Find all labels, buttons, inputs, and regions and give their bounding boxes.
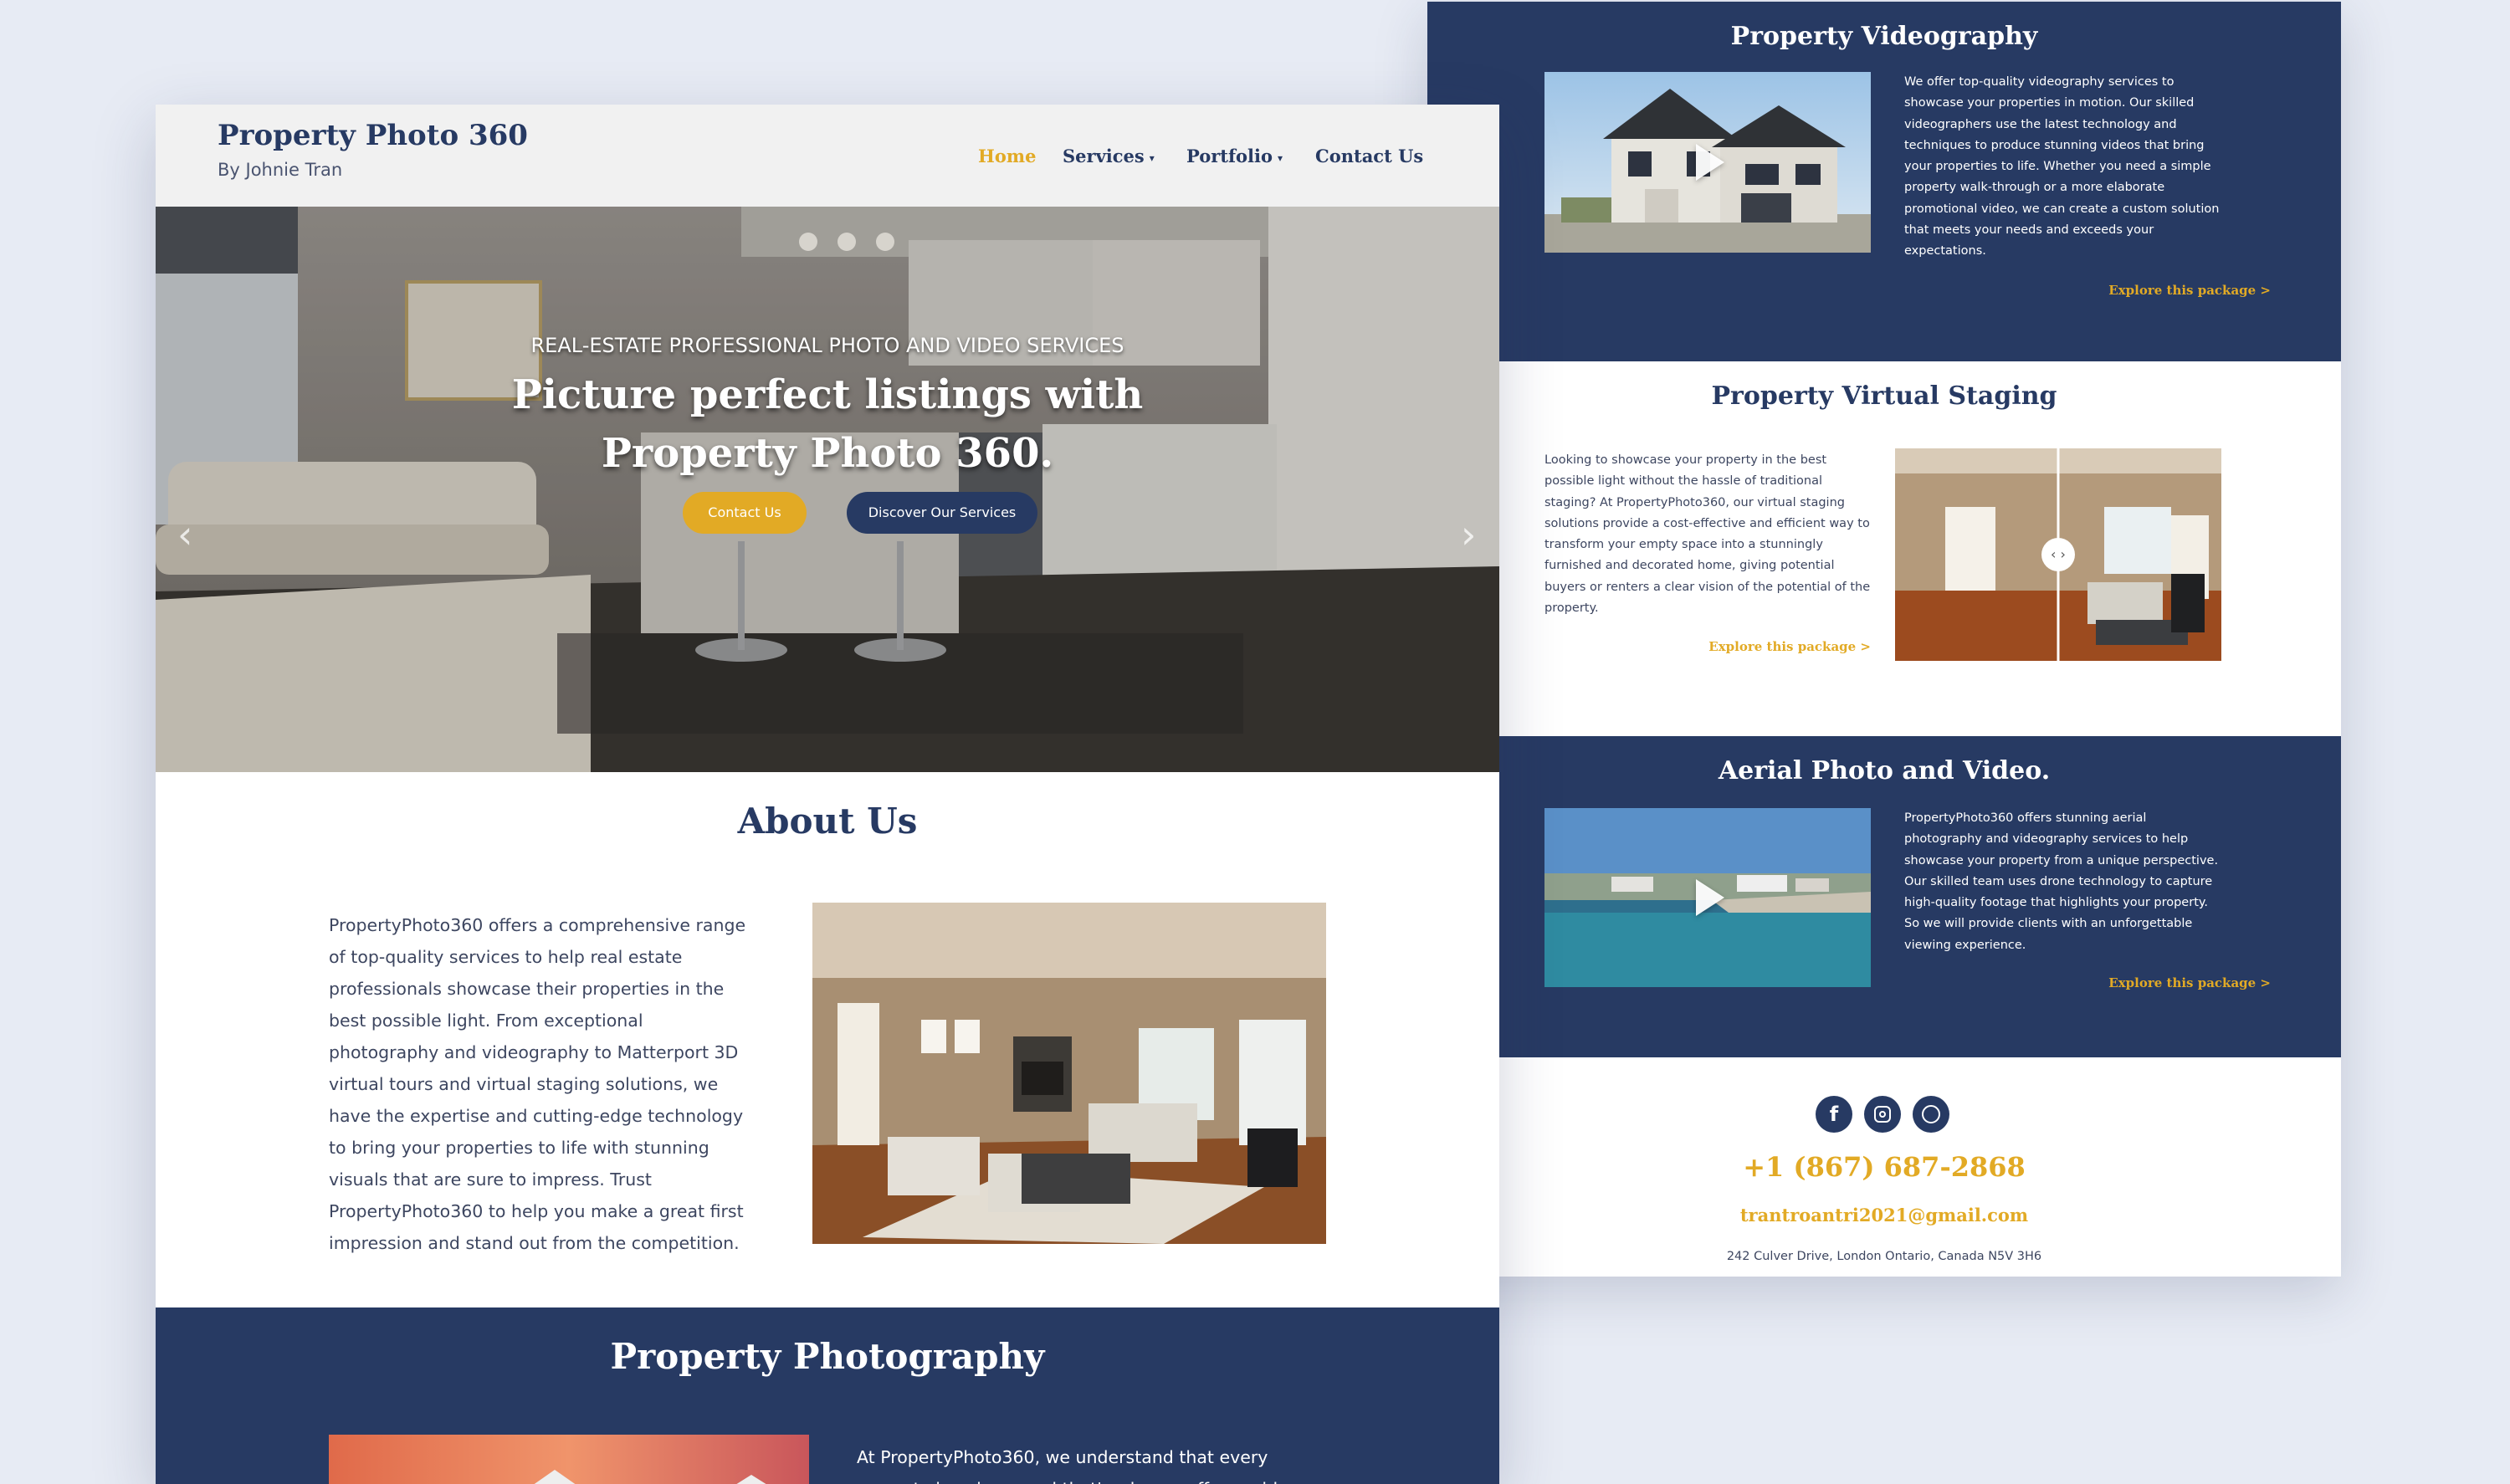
site-header: Property Photo 360 By Johnie Tran Home S… xyxy=(156,105,1499,207)
videography-video[interactable] xyxy=(1544,72,1871,253)
videography-section: Property Videography We offer top-qualit… xyxy=(1427,2,2341,361)
site-byline: By Johnie Tran xyxy=(218,160,343,180)
nav-services[interactable]: Services ▾ xyxy=(1063,146,1155,166)
services-page-preview: Property Videography We offer top-qualit… xyxy=(1427,2,2341,1277)
chevron-left-icon[interactable]: ‹ xyxy=(177,512,192,557)
chevron-down-icon: ▾ xyxy=(1149,151,1155,164)
contact-us-button[interactable]: Contact Us xyxy=(683,492,807,534)
contact-phone[interactable]: +1 (867) 687-2868 xyxy=(1427,1151,2341,1183)
facebook-icon[interactable]: f xyxy=(1816,1096,1852,1133)
about-title: About Us xyxy=(737,801,918,842)
kitchen-hero-image xyxy=(156,207,1499,772)
aerial-video[interactable] xyxy=(1544,808,1871,987)
site-title[interactable]: Property Photo 360 xyxy=(218,119,528,152)
photography-text: At PropertyPhoto360, we understand that … xyxy=(857,1447,1288,1484)
nav-contact[interactable]: Contact Us xyxy=(1315,146,1423,166)
about-text: PropertyPhoto360 offers a comprehensive … xyxy=(329,915,746,1253)
videography-explore-link[interactable]: Explore this package > xyxy=(2070,283,2271,298)
aerial-title: Aerial Photo and Video. xyxy=(1718,756,2051,785)
contact-address: 242 Culver Drive, London Ontario, Canada… xyxy=(1726,1250,2042,1263)
videography-title: Property Videography xyxy=(1730,22,2038,51)
play-icon[interactable] xyxy=(1696,144,1724,181)
photography-title: Property Photography xyxy=(610,1336,1045,1377)
aerial-explore-link[interactable]: Explore this package > xyxy=(2070,975,2271,990)
before-after-slider[interactable]: ‹ › xyxy=(1895,448,2221,661)
aerial-text: PropertyPhoto360 offers stunning aerial … xyxy=(1904,811,2219,952)
discover-services-button[interactable]: Discover Our Services xyxy=(847,492,1037,534)
hero-headline: Picture perfect listings with Property P… xyxy=(511,371,1144,477)
social-links: f xyxy=(1816,1096,1953,1133)
aerial-section: Aerial Photo and Video. PropertyPhoto360… xyxy=(1427,736,2341,1057)
staging-title: Property Virtual Staging xyxy=(1711,381,2057,411)
whatsapp-icon[interactable] xyxy=(1913,1096,1949,1133)
photography-section: Property Photography At PropertyPhoto360… xyxy=(156,1307,1499,1484)
sunset-house-image xyxy=(329,1435,809,1484)
instagram-icon[interactable] xyxy=(1864,1096,1901,1133)
about-section: About Us PropertyPhoto360 offers a compr… xyxy=(156,772,1499,1307)
contact-email[interactable]: trantroantri2021@gmail.com xyxy=(1427,1205,2341,1226)
videography-text: We offer top-quality videography service… xyxy=(1904,75,2220,258)
chevron-down-icon: ▾ xyxy=(1278,151,1283,164)
living-room-image xyxy=(812,903,1326,1244)
home-page-preview: Property Photo 360 By Johnie Tran Home S… xyxy=(156,105,1499,1484)
chevron-right-icon[interactable]: › xyxy=(1461,512,1476,557)
nav-portfolio[interactable]: Portfolio ▾ xyxy=(1186,146,1283,166)
site-footer: f +1 (867) 687-2868 trantroantri2021@gma… xyxy=(1427,1057,2341,1277)
nav-home[interactable]: Home xyxy=(978,146,1036,166)
virtual-staging-section: Property Virtual Staging Looking to show… xyxy=(1427,361,2341,736)
play-icon[interactable] xyxy=(1696,879,1724,916)
hero-eyebrow: REAL-ESTATE PROFESSIONAL PHOTO AND VIDEO… xyxy=(530,334,1124,357)
compare-handle-icon[interactable]: ‹ › xyxy=(2041,538,2075,571)
hero-slider: ‹ › REAL-ESTATE PROFESSIONAL PHOTO AND V… xyxy=(156,207,1499,772)
staging-text: Looking to showcase your property in the… xyxy=(1544,453,1871,616)
staging-explore-link[interactable]: Explore this package > xyxy=(1670,639,1871,654)
